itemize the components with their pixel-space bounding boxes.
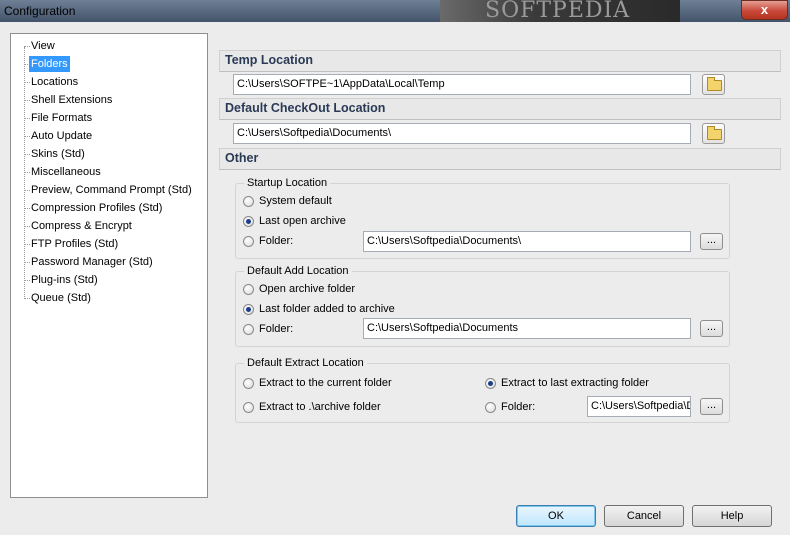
startup-folder-radio[interactable] <box>243 236 254 247</box>
tree-item-skins-std[interactable]: Skins (Std) <box>31 146 85 162</box>
extract-location-legend: Default Extract Location <box>244 357 367 369</box>
startup-location-legend: Startup Location <box>244 177 331 189</box>
startup-system-default-radio[interactable] <box>243 196 254 207</box>
settings-tree: View Folders Locations Shell Extensions File… <box>10 33 208 498</box>
tree-item-compression-profiles-std[interactable]: Compression Profiles (Std) <box>31 200 162 216</box>
tree-item-password-manager-std[interactable]: Password Manager (Std) <box>31 254 153 270</box>
help-button[interactable]: Help <box>692 505 772 527</box>
extract-folder-input[interactable]: C:\Users\Softpedia\D <box>587 396 691 417</box>
tree-item-locations[interactable]: Locations <box>31 74 78 90</box>
extract-last-folder-label: Extract to last extracting folder <box>501 377 649 389</box>
extract-archive-folder-label: Extract to .\archive folder <box>259 401 381 413</box>
tree-connector-tick <box>24 136 30 137</box>
temp-location-input[interactable]: C:\Users\SOFTPE~1\AppData\Local\Temp <box>233 74 691 95</box>
add-location-legend: Default Add Location <box>244 265 352 277</box>
close-button[interactable]: x <box>741 0 788 20</box>
title-bar: SOFTPEDIA Configuration x <box>0 0 790 23</box>
window-title: Configuration <box>4 4 76 18</box>
temp-browse-button[interactable] <box>702 74 725 95</box>
startup-folder-label: Folder: <box>259 235 294 247</box>
tree-item-shell-extensions[interactable]: Shell Extensions <box>31 92 112 108</box>
add-last-folder-radio[interactable] <box>243 304 254 315</box>
extract-current-folder-label: Extract to the current folder <box>259 377 392 389</box>
cancel-button[interactable]: Cancel <box>604 505 684 527</box>
tree-connector-tick <box>24 118 30 119</box>
close-icon: x <box>760 2 769 17</box>
tree-item-plug-ins-std[interactable]: Plug-ins (Std) <box>31 272 98 288</box>
tree-item-miscellaneous[interactable]: Miscellaneous <box>31 164 101 180</box>
tree-item-folders[interactable]: Folders <box>29 56 70 72</box>
checkout-browse-button[interactable] <box>702 123 725 144</box>
other-header: Other <box>219 148 781 170</box>
add-folder-radio[interactable] <box>243 324 254 335</box>
tree-item-ftp-profiles-std[interactable]: FTP Profiles (Std) <box>31 236 118 252</box>
other-title: Other <box>225 151 259 165</box>
folder-icon <box>707 77 722 91</box>
tree-connector-tick <box>24 46 30 47</box>
add-open-archive-radio[interactable] <box>243 284 254 295</box>
tree-item-queue-std[interactable]: Queue (Std) <box>31 290 91 306</box>
tree-item-view[interactable]: View <box>31 38 55 54</box>
startup-browse-button[interactable]: ... <box>700 233 723 250</box>
watermark-text: SOFTPEDIA <box>485 0 631 23</box>
add-folder-input[interactable]: C:\Users\Softpedia\Documents <box>363 318 691 339</box>
extract-folder-radio[interactable] <box>485 402 496 413</box>
tree-connector-tick <box>24 172 30 173</box>
tree-connector-tick <box>24 262 30 263</box>
softpedia-watermark: SOFTPEDIA <box>440 0 680 23</box>
extract-folder-label: Folder: <box>501 401 536 413</box>
extract-archive-folder-radio[interactable] <box>243 402 254 413</box>
temp-location-title: Temp Location <box>225 53 313 67</box>
tree-connector-tick <box>24 244 30 245</box>
tree-connector-tick <box>24 280 30 281</box>
checkout-location-input[interactable]: C:\Users\Softpedia\Documents\ <box>233 123 691 144</box>
tree-connector-tick <box>24 298 30 299</box>
ok-button[interactable]: OK <box>516 505 596 527</box>
temp-location-header: Temp Location <box>219 50 781 72</box>
extract-current-folder-radio[interactable] <box>243 378 254 389</box>
startup-system-default-label: System default <box>259 195 332 207</box>
tree-connector-tick <box>24 82 30 83</box>
tree-connector-tick <box>24 100 30 101</box>
extract-browse-button[interactable]: ... <box>700 398 723 415</box>
tree-item-auto-update[interactable]: Auto Update <box>31 128 92 144</box>
add-browse-button[interactable]: ... <box>700 320 723 337</box>
tree-connector-tick <box>24 154 30 155</box>
add-folder-label: Folder: <box>259 323 294 335</box>
tree-connector-tick <box>24 226 30 227</box>
startup-last-open-radio[interactable] <box>243 216 254 227</box>
startup-folder-input[interactable]: C:\Users\Softpedia\Documents\ <box>363 231 691 252</box>
add-last-folder-label: Last folder added to archive <box>259 303 395 315</box>
tree-item-file-formats[interactable]: File Formats <box>31 110 92 126</box>
checkout-location-title: Default CheckOut Location <box>225 101 386 115</box>
tree-item-compress-encrypt[interactable]: Compress & Encrypt <box>31 218 132 234</box>
extract-last-folder-radio[interactable] <box>485 378 496 389</box>
startup-last-open-label: Last open archive <box>259 215 346 227</box>
tree-item-preview-command-prompt-std[interactable]: Preview, Command Prompt (Std) <box>31 182 192 198</box>
add-open-archive-label: Open archive folder <box>259 283 355 295</box>
checkout-location-header: Default CheckOut Location <box>219 98 781 120</box>
tree-connector-tick <box>24 190 30 191</box>
folder-icon <box>707 126 722 140</box>
tree-connector-tick <box>24 208 30 209</box>
